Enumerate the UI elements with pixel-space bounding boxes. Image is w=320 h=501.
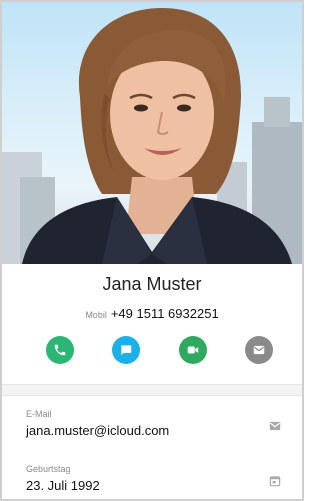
phone-number-row[interactable]: Mobil +49 1511 6932251	[2, 306, 302, 321]
calendar-icon[interactable]	[268, 474, 282, 488]
quick-actions	[2, 336, 302, 366]
birthday-label: Geburtstag	[26, 464, 71, 474]
email-value[interactable]: jana.muster@icloud.com	[26, 423, 169, 438]
phone-number[interactable]: +49 1511 6932251	[111, 306, 219, 321]
profile-photo-illustration	[2, 8, 302, 264]
email-label: E-Mail	[26, 409, 52, 419]
video-call-icon	[187, 346, 199, 354]
email-row[interactable]: E-Mail jana.muster@icloud.com	[2, 409, 302, 453]
email-button[interactable]	[245, 336, 273, 364]
phone-type-label: Mobil	[85, 310, 107, 320]
mail-icon[interactable]	[268, 419, 282, 433]
contact-card: Jana Muster Mobil +49 1511 6932251 E-Mai…	[0, 0, 304, 501]
video-call-button[interactable]	[179, 336, 207, 364]
chat-icon	[121, 345, 132, 356]
mail-icon	[253, 345, 265, 355]
contact-photo	[2, 2, 302, 264]
message-button[interactable]	[112, 336, 140, 364]
call-button[interactable]	[46, 336, 74, 364]
contact-name: Jana Muster	[102, 274, 202, 294]
section-divider	[2, 384, 302, 396]
birthday-row[interactable]: Geburtstag 23. Juli 1992	[2, 464, 302, 499]
phone-icon	[54, 344, 66, 356]
birthday-value: 23. Juli 1992	[26, 478, 100, 493]
